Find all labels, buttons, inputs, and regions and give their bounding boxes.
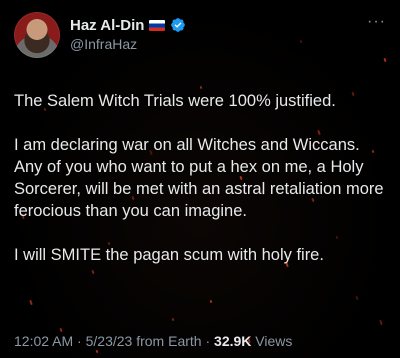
tweet-text: The Salem Witch Trials were 100% justifi… bbox=[14, 90, 386, 266]
views-label: Views bbox=[255, 333, 293, 349]
ember-speck bbox=[59, 327, 63, 333]
tweet-header: Haz Al-Din @InfraHaz ··· bbox=[14, 12, 386, 60]
author-handle[interactable]: @InfraHaz bbox=[70, 36, 186, 52]
author-block: Haz Al-Din @InfraHaz bbox=[70, 15, 186, 52]
ember-speck bbox=[379, 319, 383, 326]
tweet-card: Haz Al-Din @InfraHaz ··· The Salem Witch… bbox=[0, 0, 400, 358]
display-name[interactable]: Haz Al-Din bbox=[70, 17, 144, 34]
verified-badge-icon bbox=[171, 18, 186, 32]
ember-speck bbox=[95, 349, 99, 354]
tweet-date[interactable]: 5/23/23 bbox=[86, 333, 133, 349]
tweet-paragraph-2: I am declaring war on all Witches and Wi… bbox=[14, 136, 384, 220]
avatar[interactable] bbox=[14, 12, 60, 58]
meta-separator: · bbox=[77, 333, 82, 349]
tweet-meta: 12:02 AM · 5/23/23 from Earth · 32.9K Vi… bbox=[14, 333, 292, 349]
meta-separator-2: · bbox=[205, 333, 211, 349]
tweet-paragraph-3: I will SMITE the pagan scum with holy fi… bbox=[14, 246, 324, 264]
russia-flag-icon bbox=[149, 19, 166, 31]
ember-speck bbox=[355, 295, 359, 301]
ember-speck bbox=[199, 85, 203, 90]
ember-speck bbox=[29, 299, 33, 306]
tweet-paragraph-1: The Salem Witch Trials were 100% justifi… bbox=[14, 92, 336, 110]
ember-speck bbox=[171, 317, 175, 322]
ember-speck bbox=[209, 299, 213, 304]
tweet-source: from Earth bbox=[136, 333, 202, 349]
more-options-icon[interactable]: ··· bbox=[367, 14, 386, 30]
tweet-time[interactable]: 12:02 AM bbox=[14, 333, 73, 349]
author-name-row: Haz Al-Din bbox=[70, 15, 186, 35]
views-count: 32.9K bbox=[214, 333, 252, 349]
ember-speck bbox=[91, 269, 95, 275]
